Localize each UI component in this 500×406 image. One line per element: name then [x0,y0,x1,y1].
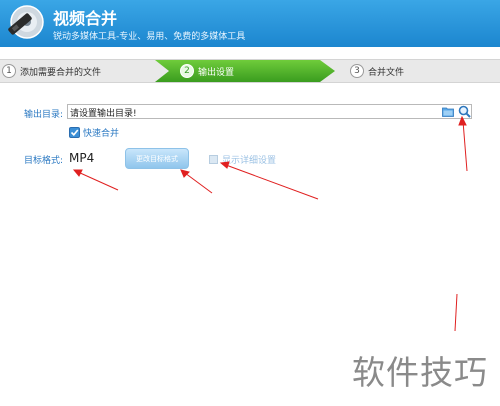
arrowhead-format [72,169,83,177]
arrowhead-change-button [180,169,190,178]
arrow-to-search [462,120,468,172]
arrow-to-format [77,171,119,191]
arrowhead-search [458,115,467,126]
arrow-line-lower [454,293,458,332]
watermark-text: 软件技巧 [352,353,488,392]
arrowhead-detail [219,161,230,169]
arrow-to-change-button [184,172,213,194]
arrow-to-detail [225,164,319,200]
